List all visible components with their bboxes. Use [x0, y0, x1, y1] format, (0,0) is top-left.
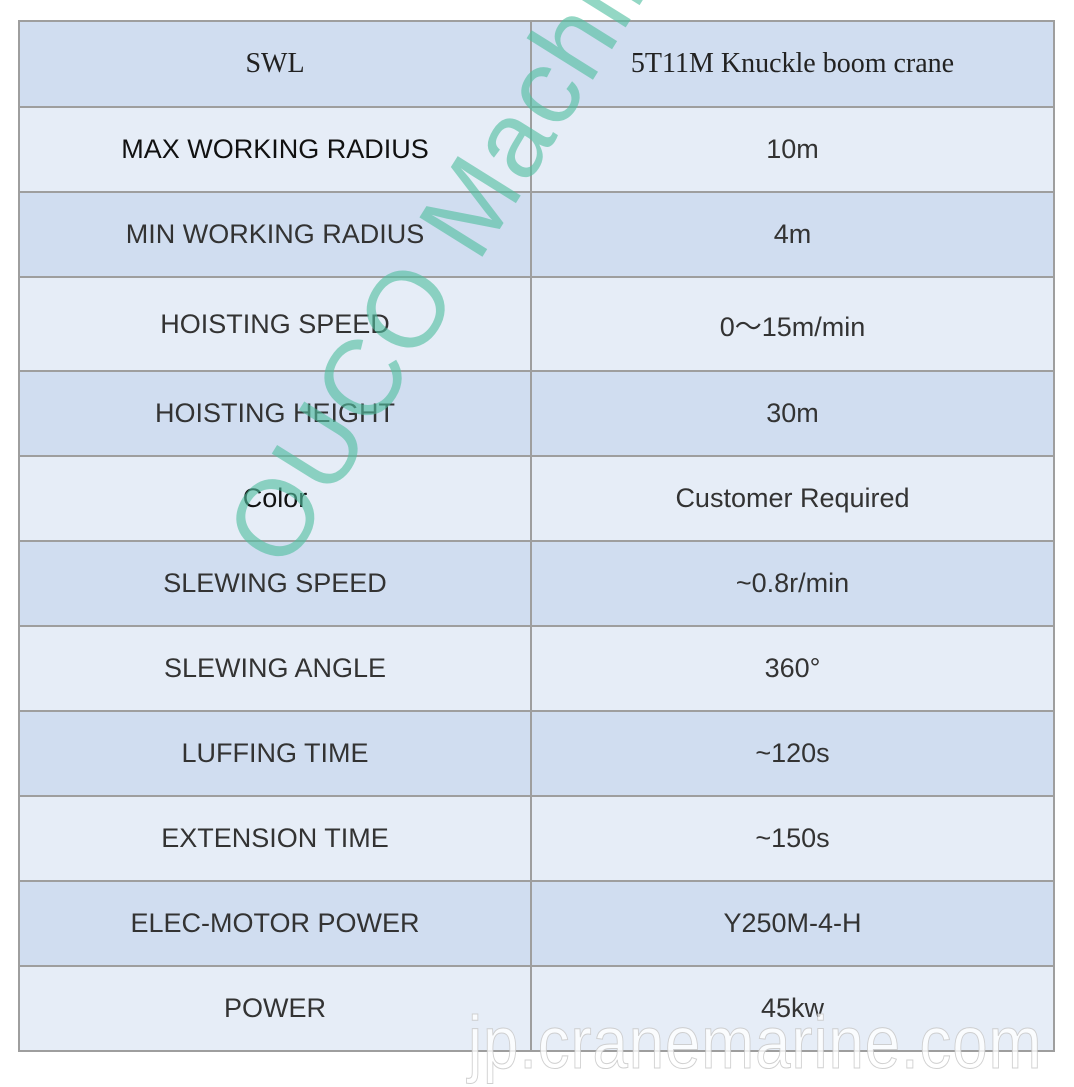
row-label: SLEWING SPEED — [18, 540, 532, 627]
row-value: ~150s — [530, 795, 1055, 882]
row-value: 4m — [530, 191, 1055, 278]
row-value: 0～15m/min — [530, 276, 1055, 372]
row-label: MIN WORKING RADIUS — [18, 191, 532, 278]
table-row: LUFFING TIME ~120s — [18, 710, 1055, 797]
row-value: 30m — [530, 370, 1055, 457]
row-label: HOISTING SPEED — [18, 276, 532, 372]
row-label: Color — [18, 455, 532, 542]
row-label: LUFFING TIME — [18, 710, 532, 797]
row-label: EXTENSION TIME — [18, 795, 532, 882]
table-row: MAX WORKING RADIUS 10m — [18, 106, 1055, 193]
header-label: SWL — [18, 20, 532, 108]
spec-table: SWL 5T11M Knuckle boom crane MAX WORKING… — [18, 20, 1055, 1052]
row-value: Customer Required — [530, 455, 1055, 542]
table-header-row: SWL 5T11M Knuckle boom crane — [18, 20, 1055, 108]
row-label: SLEWING ANGLE — [18, 625, 532, 712]
row-value: ~120s — [530, 710, 1055, 797]
header-value: 5T11M Knuckle boom crane — [530, 20, 1055, 108]
row-label: MAX WORKING RADIUS — [18, 106, 532, 193]
row-value: 45kw — [530, 965, 1055, 1052]
row-value: 10m — [530, 106, 1055, 193]
table-row: HOISTING SPEED 0～15m/min — [18, 276, 1055, 372]
table-row: SLEWING SPEED ~0.8r/min — [18, 540, 1055, 627]
table-row: POWER 45kw — [18, 965, 1055, 1052]
row-label: POWER — [18, 965, 532, 1052]
table-row: HOISTING HEIGHT 30m — [18, 370, 1055, 457]
row-label: HOISTING HEIGHT — [18, 370, 532, 457]
row-value: 360° — [530, 625, 1055, 712]
row-value: ~0.8r/min — [530, 540, 1055, 627]
table-row: EXTENSION TIME ~150s — [18, 795, 1055, 882]
row-label: ELEC-MOTOR POWER — [18, 880, 532, 967]
table-row: Color Customer Required — [18, 455, 1055, 542]
table-row: SLEWING ANGLE 360° — [18, 625, 1055, 712]
row-value: Y250M-4-H — [530, 880, 1055, 967]
table-row: ELEC-MOTOR POWER Y250M-4-H — [18, 880, 1055, 967]
table-row: MIN WORKING RADIUS 4m — [18, 191, 1055, 278]
